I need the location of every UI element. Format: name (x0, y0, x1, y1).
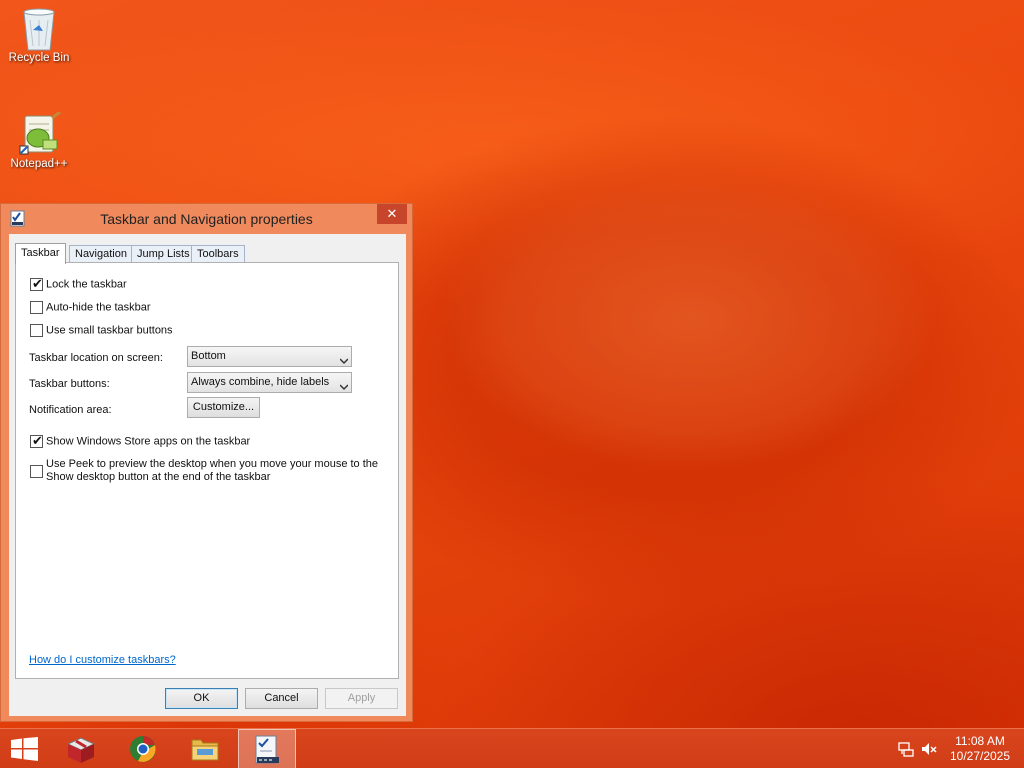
taskbar-item-file-explorer[interactable] (175, 729, 235, 768)
taskbar-item-browser[interactable] (113, 729, 173, 768)
chevron-down-icon (339, 353, 349, 365)
desktop-icon-label: Notepad++ (10, 158, 68, 170)
auto-hide-option[interactable]: Auto-hide the taskbar (30, 301, 151, 314)
check-mark-icon: ✔ (32, 433, 43, 448)
notepad-plus-plus-icon (18, 110, 61, 156)
peek-checkbox[interactable] (30, 465, 43, 478)
small-buttons-option[interactable]: Use small taskbar buttons (30, 324, 173, 337)
windows-logo-icon (11, 737, 38, 761)
chevron-down-icon (339, 379, 349, 391)
store-apps-option[interactable]: ✔ Show Windows Store apps on the taskbar (30, 433, 251, 448)
auto-hide-checkbox[interactable] (30, 301, 43, 314)
tab-jump-lists[interactable]: Jump Lists (131, 245, 196, 263)
network-icon[interactable] (898, 741, 914, 757)
location-label: Taskbar location on screen: (29, 352, 163, 364)
auto-hide-label: Auto-hide the taskbar (46, 301, 151, 314)
help-link[interactable]: How do I customize taskbars? (29, 654, 176, 666)
taskbar-item-red-box-app[interactable] (51, 729, 111, 768)
clock-time: 11:08 AM (955, 734, 1005, 748)
taskbar-properties-dialog: Taskbar and Navigation properties ✕ Task… (0, 203, 413, 722)
folder-icon (191, 739, 219, 761)
small-buttons-label: Use small taskbar buttons (46, 324, 173, 337)
taskbar-buttons-value: Always combine, hide labels (191, 376, 330, 388)
lock-taskbar-label: Lock the taskbar (46, 278, 127, 291)
notification-area-label: Notification area: (29, 404, 112, 416)
tab-toolbars[interactable]: Toolbars (191, 245, 245, 263)
taskbar-properties-icon (255, 735, 279, 764)
small-buttons-checkbox[interactable] (30, 324, 43, 337)
cancel-button[interactable]: Cancel (245, 688, 318, 709)
close-button[interactable]: ✕ (377, 204, 407, 224)
red-box-app-icon (66, 737, 96, 763)
taskbar-buttons-label: Taskbar buttons: (29, 378, 110, 390)
browser-icon (130, 736, 156, 762)
taskbar-tab-panel: ✔ Lock the taskbar Auto-hide the taskbar … (15, 262, 399, 679)
close-icon: ✕ (386, 206, 398, 221)
desktop-icon-label: Recycle Bin (8, 52, 70, 64)
peek-label-line2: Show desktop button at the end of the ta… (46, 471, 271, 483)
apply-button[interactable]: Apply (325, 688, 398, 709)
taskbar: 11:08 AM 10/27/2025 (0, 728, 1024, 768)
ok-button[interactable]: OK (165, 688, 238, 709)
tab-taskbar[interactable]: Taskbar (15, 243, 66, 264)
taskbar-buttons-select[interactable]: Always combine, hide labels (187, 372, 352, 393)
start-button[interactable] (0, 729, 48, 768)
system-clock[interactable]: 11:08 AM 10/27/2025 (944, 734, 1016, 764)
lock-taskbar-checkbox[interactable]: ✔ (30, 276, 43, 291)
clock-date: 10/27/2025 (949, 749, 1011, 763)
dialog-client-area: Taskbar Navigation Jump Lists Toolbars ✔… (9, 234, 406, 716)
location-value: Bottom (191, 350, 226, 362)
desktop-icon-notepad-plus-plus[interactable]: Notepad++ (1, 110, 77, 170)
customize-button[interactable]: Customize... (187, 397, 260, 418)
check-mark-icon: ✔ (32, 276, 43, 291)
store-apps-checkbox[interactable]: ✔ (30, 433, 43, 448)
location-select[interactable]: Bottom (187, 346, 352, 367)
dialog-titlebar[interactable]: Taskbar and Navigation properties ✕ (1, 204, 412, 234)
volume-muted-icon[interactable] (921, 741, 937, 757)
taskbar-item-taskbar-properties[interactable] (238, 729, 296, 768)
store-apps-label: Show Windows Store apps on the taskbar (46, 435, 251, 448)
recycle-bin-icon (18, 6, 60, 51)
lock-taskbar-option[interactable]: ✔ Lock the taskbar (30, 276, 127, 291)
dialog-title: Taskbar and Navigation properties (100, 211, 313, 227)
desktop-icon-recycle-bin[interactable]: Recycle Bin (1, 6, 77, 64)
peek-label-line1: Use Peek to preview the desktop when you… (46, 458, 379, 470)
tab-navigation[interactable]: Navigation (69, 245, 133, 263)
